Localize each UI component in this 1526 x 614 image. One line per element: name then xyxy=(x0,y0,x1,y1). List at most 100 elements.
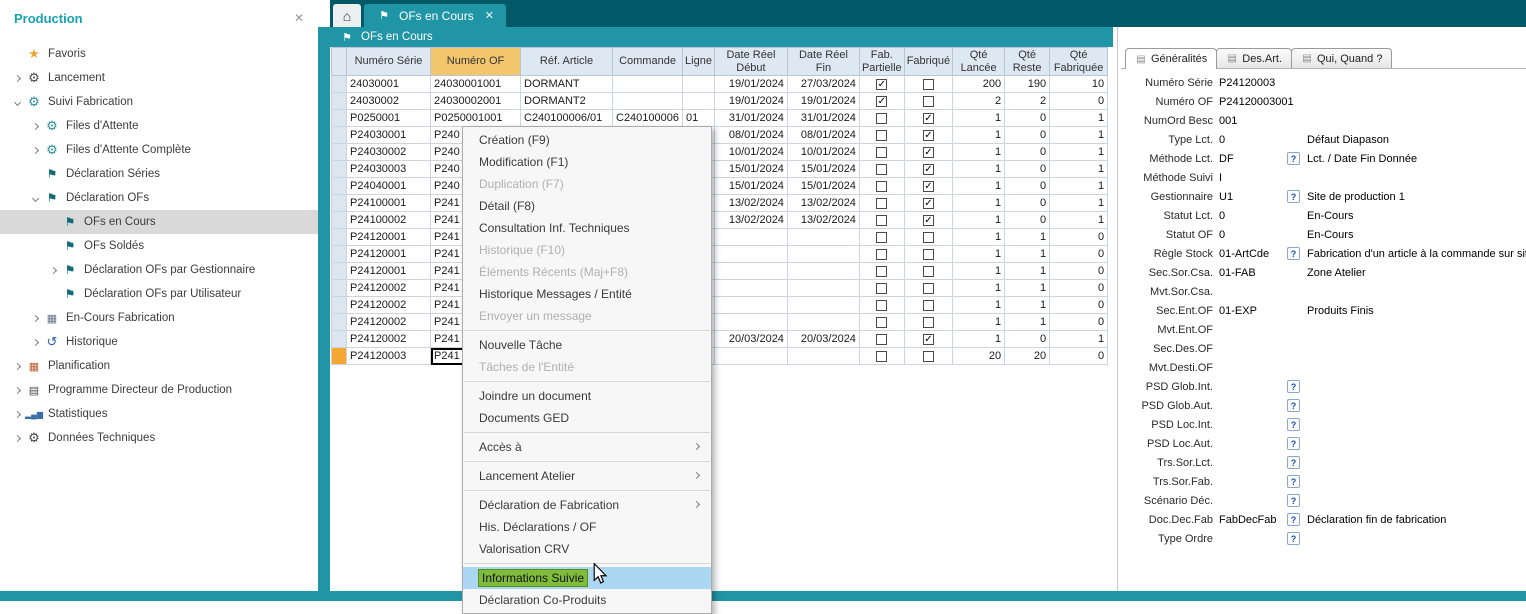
table-row[interactable]: P24120002P241110 xyxy=(332,297,1108,314)
table-row[interactable]: P0250001P0250001001C240100006/01C2401000… xyxy=(332,110,1108,127)
sidebar-item-ofs-soldes[interactable]: ⚑OFs Soldés xyxy=(0,234,318,258)
help-button[interactable]: ? xyxy=(1287,513,1300,526)
table-row[interactable]: P24030001P24008/01/202408/01/2024✓101 xyxy=(332,127,1108,144)
column-header-serie[interactable]: Numéro Série xyxy=(347,48,431,76)
tab-ofs-en-cours[interactable]: ⚑ OFs en Cours ✕ xyxy=(364,4,506,27)
row-selector[interactable] xyxy=(332,144,347,161)
menu-item-declaration-co-produits[interactable]: Déclaration Co-Produits xyxy=(463,589,711,611)
menu-item-lancement-atelier[interactable]: Lancement Atelier xyxy=(463,465,711,487)
chevron-right-icon[interactable] xyxy=(10,76,24,81)
fabrique-checkbox[interactable] xyxy=(923,232,934,243)
chevron-right-icon[interactable] xyxy=(46,268,60,273)
chevron-right-icon[interactable] xyxy=(10,364,24,369)
chevron-down-icon[interactable] xyxy=(28,196,42,201)
sidebar-item-declaration-series[interactable]: ⚑Déclaration Séries xyxy=(0,162,318,186)
column-header-reste[interactable]: Qté Reste xyxy=(1005,48,1050,76)
table-row[interactable]: P24120002P241110 xyxy=(332,314,1108,331)
table-row[interactable]: P24120002P24120/03/202420/03/2024✓101 xyxy=(332,331,1108,348)
menu-item-his-declarations-of[interactable]: His. Déclarations / OF xyxy=(463,516,711,538)
tab-close-icon[interactable]: ✕ xyxy=(485,9,494,22)
fabrique-checkbox[interactable]: ✓ xyxy=(923,334,934,345)
row-selector[interactable] xyxy=(332,110,347,127)
table-row[interactable]: P24100001P24113/02/202413/02/2024✓101 xyxy=(332,195,1108,212)
sidebar-item-historique[interactable]: ↺Historique xyxy=(0,330,318,354)
fab-partielle-checkbox[interactable] xyxy=(876,300,887,311)
help-button[interactable]: ? xyxy=(1287,399,1300,412)
fab-partielle-checkbox[interactable] xyxy=(876,215,887,226)
fabrique-checkbox[interactable]: ✓ xyxy=(923,130,934,141)
table-row[interactable]: P24120001P241110 xyxy=(332,263,1108,280)
help-button[interactable]: ? xyxy=(1287,380,1300,393)
chevron-right-icon[interactable] xyxy=(28,148,42,153)
sidebar-close-icon[interactable]: ✕ xyxy=(294,11,304,25)
help-button[interactable]: ? xyxy=(1287,418,1300,431)
menu-item-acces-a[interactable]: Accès à xyxy=(463,436,711,458)
table-row[interactable]: P24040001P24015/01/202415/01/2024✓101 xyxy=(332,178,1108,195)
fab-partielle-checkbox[interactable] xyxy=(876,266,887,277)
chevron-right-icon[interactable] xyxy=(28,316,42,321)
row-selector[interactable] xyxy=(332,297,347,314)
fabrique-checkbox[interactable]: ✓ xyxy=(923,181,934,192)
table-row[interactable]: P24030003P24015/01/202415/01/2024✓101 xyxy=(332,161,1108,178)
sidebar-item-declaration-ofs[interactable]: ⚑Déclaration OFs xyxy=(0,186,318,210)
sidebar-item-programme-directeur-de-production[interactable]: ▤Programme Directeur de Production xyxy=(0,378,318,402)
fab-partielle-checkbox[interactable]: ✓ xyxy=(876,79,887,90)
column-header-part[interactable]: Fab. Partielle xyxy=(859,48,904,76)
menu-item-joindre-un-document[interactable]: Joindre un document xyxy=(463,385,711,407)
row-selector[interactable] xyxy=(332,93,347,110)
help-button[interactable]: ? xyxy=(1287,494,1300,507)
column-header-lancee[interactable]: Qté Lancée xyxy=(953,48,1005,76)
sidebar-item-favoris[interactable]: ★Favoris xyxy=(0,42,318,66)
sidebar-item-donnees-techniques[interactable]: ⚙Données Techniques xyxy=(0,426,318,450)
table-row[interactable]: P24120002P241110 xyxy=(332,280,1108,297)
column-header-cmd[interactable]: Commande xyxy=(613,48,683,76)
fabrique-checkbox[interactable]: ✓ xyxy=(923,215,934,226)
table-row[interactable]: P24120003P24120200 xyxy=(332,348,1108,365)
table-row[interactable]: P24030002P24010/01/202410/01/2024✓101 xyxy=(332,144,1108,161)
fabrique-checkbox[interactable] xyxy=(923,283,934,294)
menu-item-consultation-inf-techniques[interactable]: Consultation Inf. Techniques xyxy=(463,217,711,239)
menu-item-creation-f9[interactable]: Création (F9) xyxy=(463,129,711,151)
column-header-debut[interactable]: Date Réel Début xyxy=(714,48,787,76)
chevron-right-icon[interactable] xyxy=(10,388,24,393)
row-selector[interactable] xyxy=(332,331,347,348)
fab-partielle-checkbox[interactable] xyxy=(876,130,887,141)
fabrique-checkbox[interactable]: ✓ xyxy=(923,164,934,175)
fabrique-checkbox[interactable] xyxy=(923,351,934,362)
sidebar-item-planification[interactable]: ▦Planification xyxy=(0,354,318,378)
table-row[interactable]: P24100002P24113/02/202413/02/2024✓101 xyxy=(332,212,1108,229)
fabrique-checkbox[interactable] xyxy=(923,300,934,311)
row-selector[interactable] xyxy=(332,178,347,195)
fab-partielle-checkbox[interactable] xyxy=(876,113,887,124)
fab-partielle-checkbox[interactable] xyxy=(876,164,887,175)
fabrique-checkbox[interactable] xyxy=(923,96,934,107)
tab-qui-quand[interactable]: ▤Qui, Quand ? xyxy=(1291,48,1392,68)
table-row[interactable]: 2403000124030001001DORMANT19/01/202427/0… xyxy=(332,76,1108,93)
sidebar-item-ofs-en-cours[interactable]: ⚑OFs en Cours xyxy=(0,210,318,234)
row-selector[interactable] xyxy=(332,229,347,246)
chevron-right-icon[interactable] xyxy=(28,340,42,345)
chevron-right-icon[interactable] xyxy=(28,124,42,129)
fab-partielle-checkbox[interactable] xyxy=(876,334,887,345)
row-selector[interactable] xyxy=(332,76,347,93)
menu-item-modification-f1[interactable]: Modification (F1) xyxy=(463,151,711,173)
chevron-right-icon[interactable] xyxy=(10,412,24,417)
table-row[interactable]: P24120001P241110 xyxy=(332,229,1108,246)
column-header-sel[interactable] xyxy=(332,48,347,76)
row-selector[interactable] xyxy=(332,246,347,263)
table-row[interactable]: 2403000224030002001DORMANT219/01/202419/… xyxy=(332,93,1108,110)
fabrique-checkbox[interactable]: ✓ xyxy=(923,198,934,209)
sidebar-item-files-d-attente[interactable]: ⚙Files d'Attente xyxy=(0,114,318,138)
column-header-ligne[interactable]: Ligne xyxy=(683,48,715,76)
fab-partielle-checkbox[interactable] xyxy=(876,249,887,260)
column-header-fab[interactable]: Fabriqué xyxy=(904,48,952,76)
sidebar-item-declaration-ofs-par-utilisateur[interactable]: ⚑Déclaration OFs par Utilisateur xyxy=(0,282,318,306)
menu-item-valorisation-crv[interactable]: Valorisation CRV xyxy=(463,538,711,560)
help-button[interactable]: ? xyxy=(1287,152,1300,165)
help-button[interactable]: ? xyxy=(1287,456,1300,469)
fab-partielle-checkbox[interactable] xyxy=(876,283,887,294)
row-selector[interactable] xyxy=(332,263,347,280)
sidebar-item-lancement[interactable]: ⚙Lancement xyxy=(0,66,318,90)
fabrique-checkbox[interactable]: ✓ xyxy=(923,113,934,124)
row-selector[interactable] xyxy=(332,161,347,178)
